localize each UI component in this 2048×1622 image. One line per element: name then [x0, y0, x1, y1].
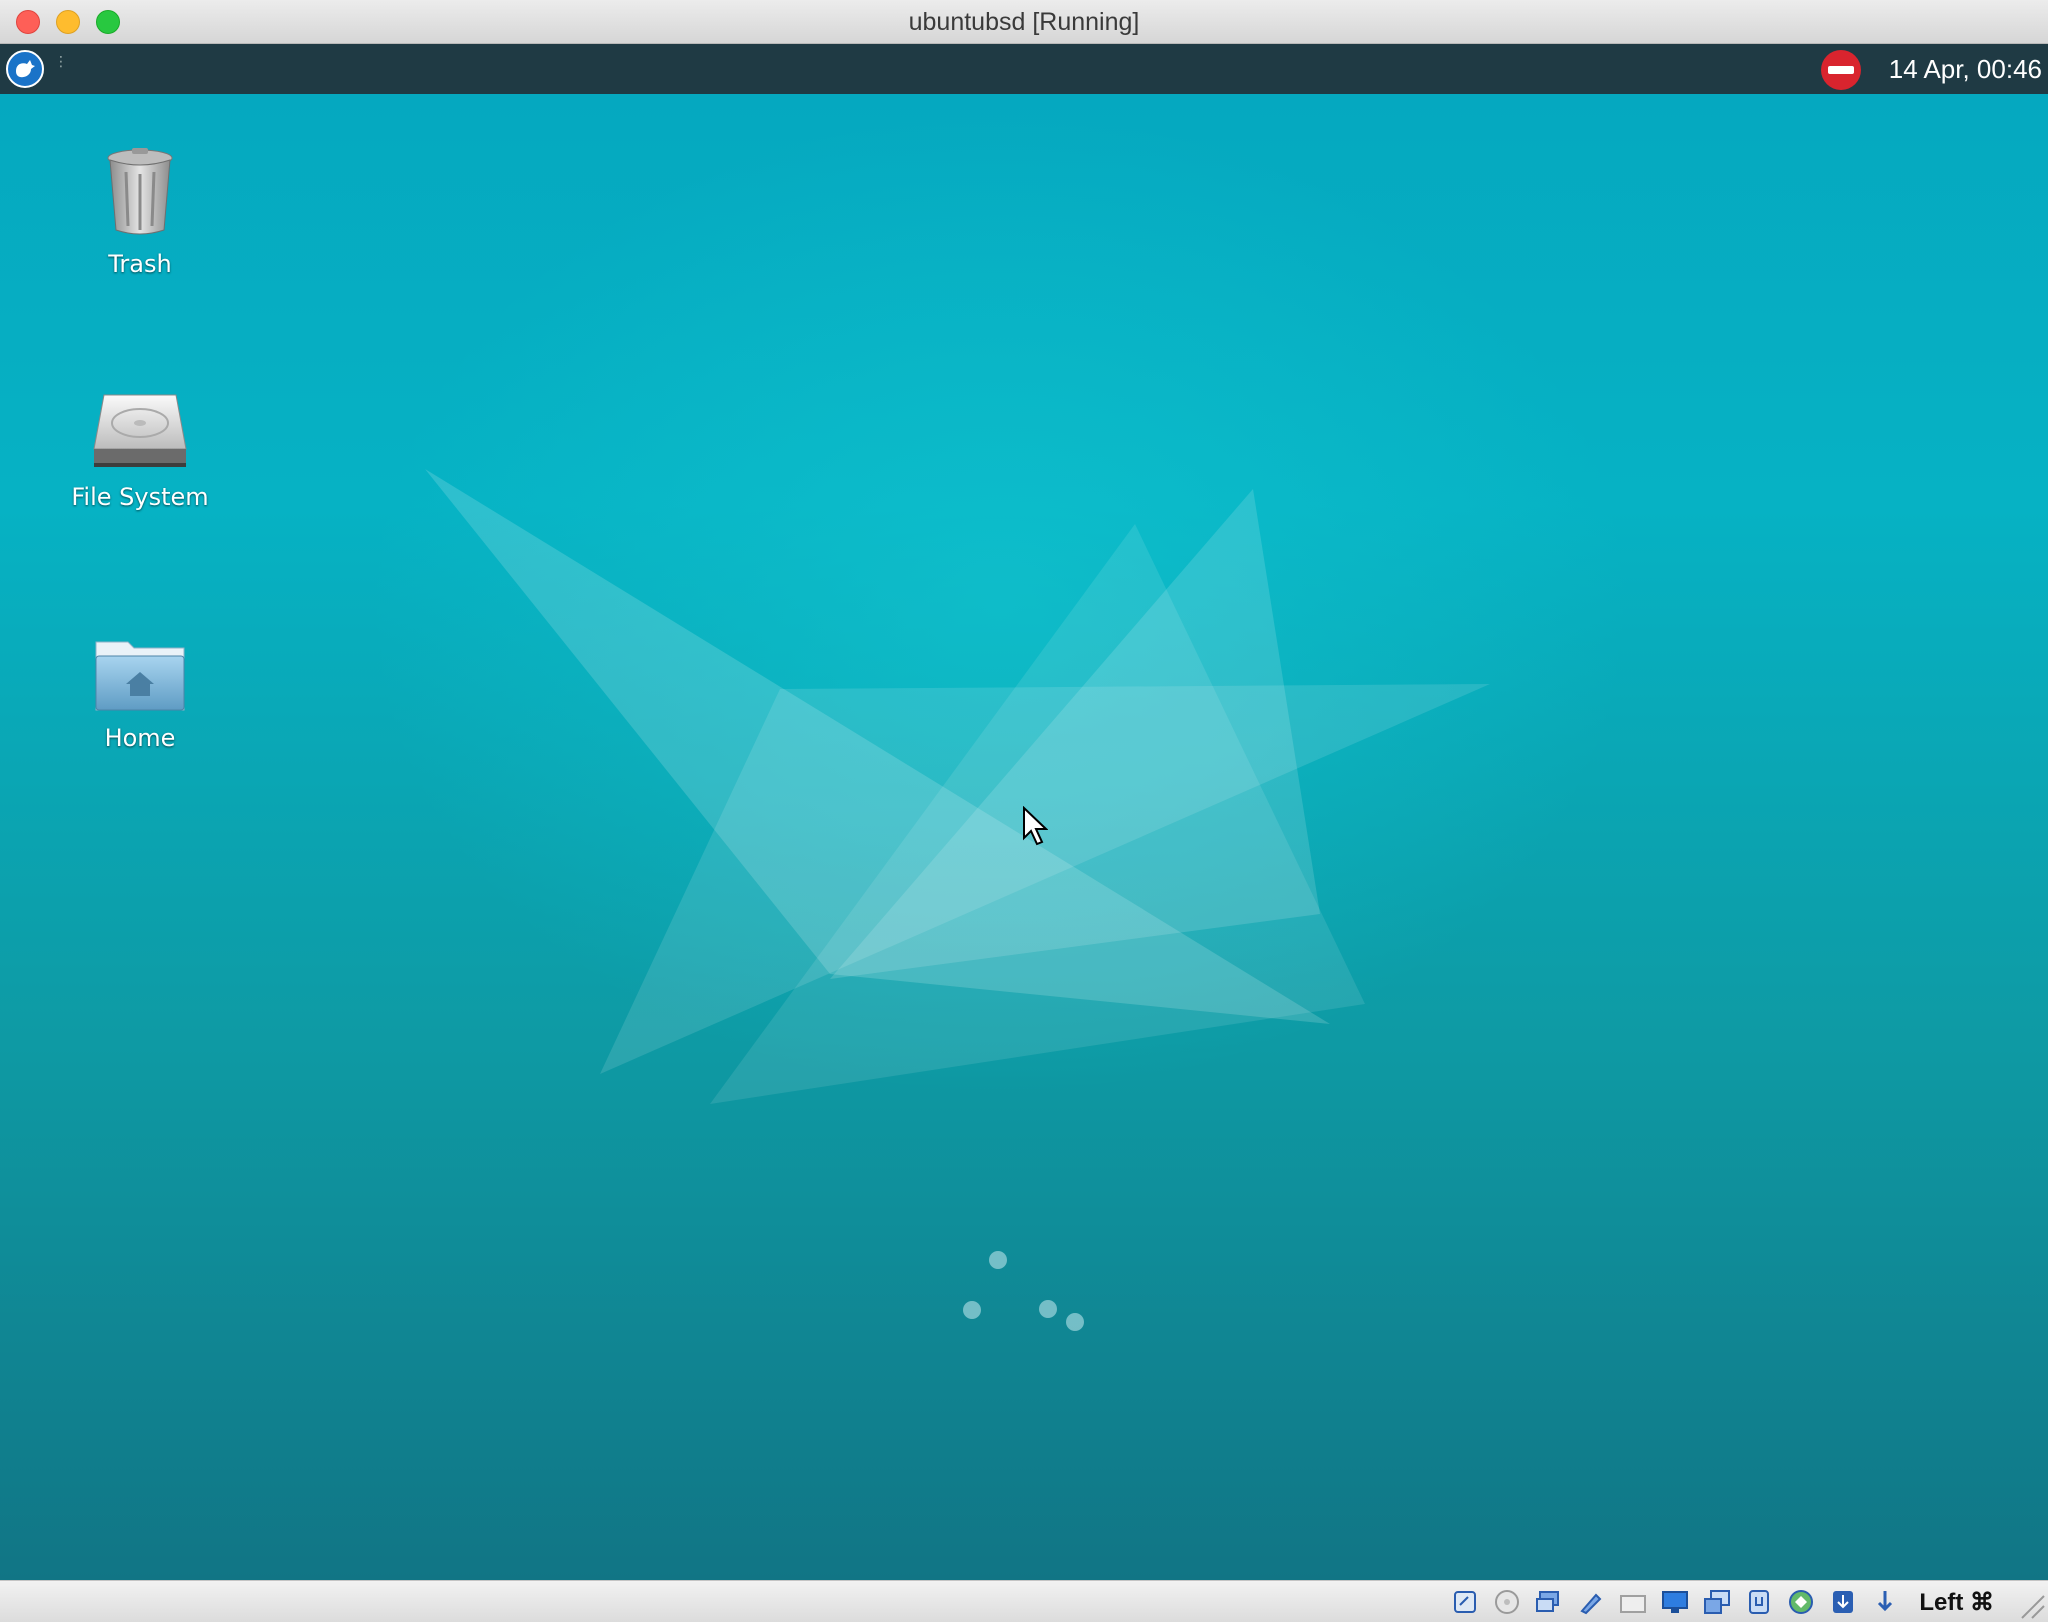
window-title: ubuntubsd [Running]: [908, 8, 1140, 36]
hard-drive-icon: [93, 394, 187, 467]
desktop-icon-label: Trash: [108, 250, 172, 278]
panel-clock[interactable]: 14 Apr, 00:46: [1889, 54, 2042, 85]
top-panel: ⋮ 14 Apr, 00:46: [0, 44, 2048, 94]
window-titlebar[interactable]: ubuntubsd [Running]: [0, 0, 2048, 44]
download-arrow-icon[interactable]: [1869, 1587, 1901, 1617]
loading-spinner-dot: [989, 1251, 1007, 1269]
loading-spinner-dot: [963, 1301, 981, 1319]
guest-desktop[interactable]: ⋮ 14 Apr, 00:46 Trash File System Home: [0, 44, 2048, 1580]
hard-disk-status-icon[interactable]: [1449, 1587, 1481, 1617]
loading-spinner-dot: [1039, 1300, 1057, 1318]
cpu-icon[interactable]: [1785, 1587, 1817, 1617]
desktop-icon-home[interactable]: Home: [40, 634, 240, 752]
vm-status-bar: Left ⌘: [0, 1580, 2048, 1622]
desktop-icon-label: Home: [104, 724, 176, 752]
trash-icon: [107, 148, 173, 235]
usb-icon[interactable]: [1743, 1587, 1775, 1617]
xfce-mouse-icon: [16, 60, 35, 78]
audio-icon[interactable]: [1533, 1587, 1565, 1617]
mouse-integration-icon[interactable]: [1827, 1587, 1859, 1617]
shared-folders-icon[interactable]: [1617, 1587, 1649, 1617]
panel-handle[interactable]: ⋮: [54, 55, 68, 69]
do-not-disturb-icon[interactable]: [1820, 49, 1862, 91]
desktop-icon-trash[interactable]: Trash: [40, 144, 240, 278]
resize-grip-icon[interactable]: [2016, 1590, 2046, 1620]
optical-drive-icon[interactable]: [1491, 1587, 1523, 1617]
desktop-icon-label: File System: [71, 483, 209, 511]
video-capture-icon[interactable]: [1701, 1587, 1733, 1617]
desktop-icon-file-system[interactable]: File System: [40, 389, 240, 511]
display-icon[interactable]: [1659, 1587, 1691, 1617]
network-icon[interactable]: [1575, 1587, 1607, 1617]
loading-spinner-dot: [1066, 1313, 1084, 1331]
whisker-menu-button[interactable]: [6, 50, 44, 88]
host-key-indicator[interactable]: Left ⌘: [1919, 1588, 1994, 1617]
mouse-cursor-icon: [1023, 806, 1048, 846]
home-folder-icon: [95, 641, 185, 711]
